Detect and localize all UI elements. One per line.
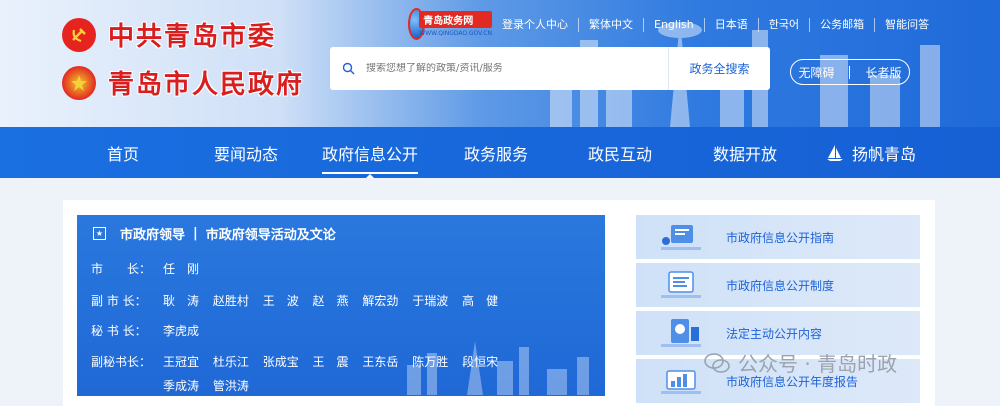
link-english[interactable]: English <box>643 18 704 32</box>
site-header: 中共青岛市委 青岛市人民政府 青岛政务网 WWW.QINGDAO.GOV.CN … <box>0 0 1000 127</box>
link-japanese[interactable]: 日本语 <box>703 18 758 32</box>
leader-name[interactable]: 于瑞波 <box>412 292 448 309</box>
info-disclosure-links: 市政府信息公开指南 市政府信息公开制度 法定主动公开内容 市政府信息公开年度报告 <box>636 215 920 406</box>
leader-name[interactable]: 陈万胜 <box>412 353 448 370</box>
search-button[interactable]: 政务全搜索 <box>668 47 770 90</box>
leader-name[interactable]: 王东岳 <box>362 353 398 370</box>
vice-mayor-role: 副 市 长： <box>91 294 147 308</box>
nav-item-home[interactable]: 首页 <box>107 127 139 178</box>
link-traditional-chinese[interactable]: 繁体中文 <box>578 18 643 32</box>
leader-name[interactable]: 解宏劲 <box>362 292 398 309</box>
top-links: 登录个人中心 繁体中文 English 日本语 한국어 公务邮箱 智能问答 <box>492 18 939 32</box>
vice-mayor-row: 副 市 长： 耿 涛 赵胜村 王 波 赵 燕 解宏劲 于瑞波 高 健 <box>91 292 508 309</box>
system-illustration-icon <box>636 269 726 301</box>
link-label: 法定主动公开内容 <box>726 326 823 341</box>
leader-name[interactable]: 赵 燕 <box>313 292 349 309</box>
nav-item-open-data[interactable]: 数据开放 <box>713 127 777 178</box>
leader-name[interactable]: 季成涛 <box>163 377 199 394</box>
leader-name[interactable]: 王 震 <box>313 353 349 370</box>
watermark-text: 公众号 · 青岛时政 <box>738 352 898 376</box>
link-korean[interactable]: 한국어 <box>757 18 809 32</box>
nav-item-interaction[interactable]: 政民互动 <box>588 127 652 178</box>
wechat-icon <box>704 352 730 373</box>
leader-name[interactable]: 王冠宜 <box>163 353 199 370</box>
nav-item-news[interactable]: 要闻动态 <box>214 127 278 178</box>
secretary-general-row: 秘 书 长： 李虎成 <box>91 322 209 339</box>
nav-item-yangfan[interactable]: 扬帆青岛 <box>826 127 916 178</box>
search-input[interactable] <box>366 63 666 74</box>
link-disclosure-guide[interactable]: 市政府信息公开指南 <box>636 215 920 259</box>
deputy-secretary-row: 副秘书长： 王冠宜 杜乐江 张成宝 王 震 王东岳 陈万胜 段恒宋 <box>91 353 508 370</box>
mayor-role: 市 长： <box>91 262 152 276</box>
wechat-watermark: 公众号 · 青岛时政 <box>704 348 897 377</box>
leader-name[interactable]: 赵胜村 <box>213 292 249 309</box>
badge-url: WWW.QINGDAO.GOV.CN <box>419 30 492 37</box>
link-label: 市政府信息公开制度 <box>726 278 835 293</box>
leader-name[interactable]: 张成宝 <box>263 353 299 370</box>
leader-name[interactable]: 耿 涛 <box>163 292 199 309</box>
mayor-row: 市 长： 任 刚 <box>91 260 209 277</box>
leader-name[interactable]: 任 刚 <box>163 260 199 277</box>
gov-title: 青岛市人民政府 <box>108 70 305 100</box>
nav-item-gov-services[interactable]: 政务服务 <box>464 127 528 178</box>
search-bar: 政务全搜索 <box>330 47 770 90</box>
star-badge-icon: ★ <box>93 227 106 240</box>
link-label: 市政府信息公开指南 <box>726 230 835 245</box>
main-nav: 首页 要闻动态 政府信息公开 政务服务 政民互动 数据开放 扬帆青岛 <box>0 127 1000 178</box>
deputy-secretary-row-2: 季成涛 管洪涛 <box>163 377 259 394</box>
leader-name[interactable]: 管洪涛 <box>213 377 249 394</box>
party-title: 中共青岛市委 <box>108 22 277 52</box>
link-login[interactable]: 登录个人中心 <box>492 18 578 32</box>
party-emblem-icon <box>62 17 96 52</box>
barrier-free-button[interactable]: 无障碍 <box>798 64 834 81</box>
leaders-activities-link[interactable]: 市政府领导活动及文论 <box>206 224 336 243</box>
leader-name[interactable]: 段恒宋 <box>462 353 498 370</box>
leaders-header: ★ 市政府领导 | 市政府领导活动及文论 <box>93 224 336 243</box>
deputy-secretary-role: 副秘书长： <box>91 355 152 369</box>
national-emblem-icon <box>62 65 96 100</box>
leader-name[interactable]: 王 波 <box>263 292 299 309</box>
nav-item-info-disclosure[interactable]: 政府信息公开 <box>322 127 419 178</box>
link-smart-qa[interactable]: 智能问答 <box>874 18 939 32</box>
leaders-title[interactable]: 市政府领导 <box>120 224 185 243</box>
search-icon <box>330 62 366 75</box>
gov-logo[interactable]: 青岛市人民政府 <box>62 64 304 101</box>
leader-name[interactable]: 高 健 <box>462 292 498 309</box>
party-logo[interactable]: 中共青岛市委 <box>62 16 276 53</box>
secretary-general-role: 秘 书 长： <box>91 324 147 338</box>
link-official-mail[interactable]: 公务邮箱 <box>809 18 874 32</box>
qingdao-gov-badge[interactable]: 青岛政务网 WWW.QINGDAO.GOV.CN <box>408 6 492 42</box>
leader-name[interactable]: 杜乐江 <box>213 353 249 370</box>
link-disclosure-system[interactable]: 市政府信息公开制度 <box>636 263 920 307</box>
leaders-panel: ★ 市政府领导 | 市政府领导活动及文论 市 长： 任 刚 副 市 长： 耿 涛… <box>77 215 605 396</box>
leader-name[interactable]: 李虎成 <box>163 322 199 339</box>
leaders-title-divider: | <box>193 226 198 241</box>
statutory-illustration-icon <box>636 317 726 349</box>
badge-name: 青岛政务网 <box>419 11 492 28</box>
elderly-mode-button[interactable]: 长者版 <box>865 64 901 81</box>
access-divider <box>849 65 851 79</box>
accessibility-toggle: 无障碍 长者版 <box>790 59 910 85</box>
guide-illustration-icon <box>636 221 726 253</box>
sail-icon <box>827 144 843 161</box>
nav-item-yangfan-label: 扬帆青岛 <box>852 144 917 164</box>
